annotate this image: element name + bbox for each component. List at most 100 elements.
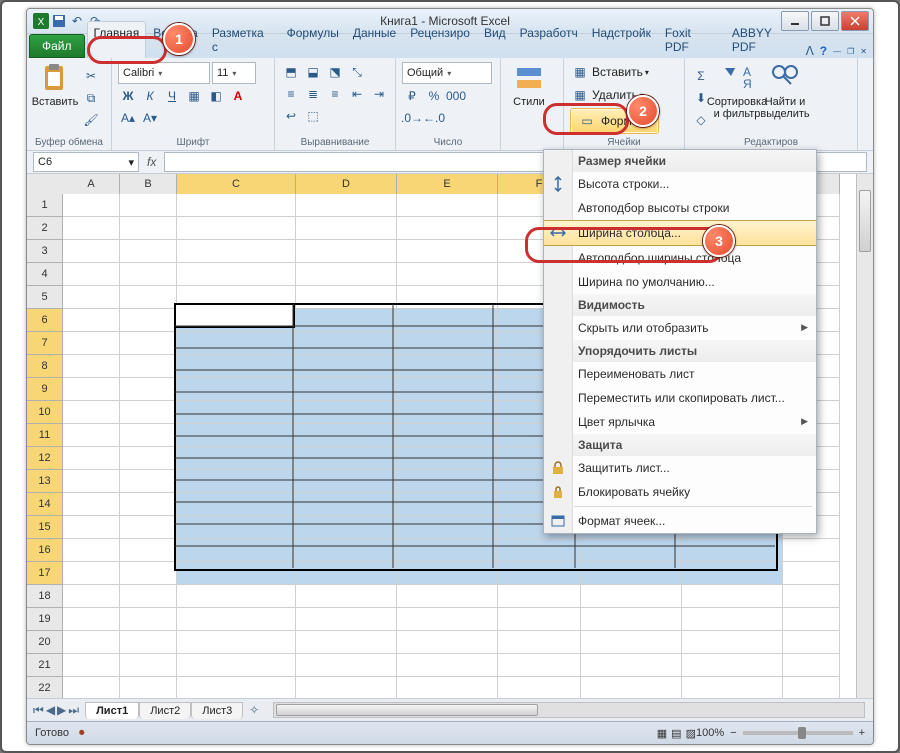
row-head-14[interactable]: 14 <box>27 493 63 516</box>
row-head-9[interactable]: 9 <box>27 378 63 401</box>
cell[interactable] <box>581 608 682 631</box>
cell[interactable] <box>63 585 120 608</box>
cell[interactable] <box>63 286 120 309</box>
cell[interactable] <box>63 654 120 677</box>
cell[interactable] <box>783 677 840 698</box>
menu-item[interactable]: Скрыть или отобразить▶ <box>544 316 816 340</box>
cell[interactable] <box>63 309 120 332</box>
cell[interactable] <box>120 539 177 562</box>
cell[interactable] <box>783 654 840 677</box>
cell[interactable] <box>296 654 397 677</box>
cell[interactable] <box>120 608 177 631</box>
cell[interactable] <box>120 217 177 240</box>
sort-filter-button[interactable]: AЯ Сортировка и фильтр <box>715 62 759 120</box>
maximize-button[interactable] <box>811 11 839 31</box>
cell[interactable] <box>120 378 177 401</box>
align-top-icon[interactable]: ⬒ <box>281 62 301 82</box>
close-button[interactable] <box>841 11 869 31</box>
tab-10[interactable]: ABBYY PDF <box>725 21 806 58</box>
cell[interactable] <box>63 677 120 698</box>
cell[interactable] <box>783 585 840 608</box>
orientation-icon[interactable]: ⤡ <box>347 62 367 82</box>
row-head-19[interactable]: 19 <box>27 608 63 631</box>
tab-3[interactable]: Формулы <box>280 21 346 58</box>
cell[interactable] <box>177 217 296 240</box>
sheet-nav-last-icon[interactable]: ⏭ <box>68 703 79 718</box>
row-head-5[interactable]: 5 <box>27 286 63 309</box>
doc-close-icon[interactable]: ✕ <box>860 47 867 56</box>
save-icon[interactable] <box>51 13 67 29</box>
dec-decimal-icon[interactable]: ←.0 <box>424 108 444 128</box>
zoom-out-icon[interactable]: − <box>730 727 736 739</box>
sheet-nav-first-icon[interactable]: ⏮ <box>33 703 44 718</box>
align-bottom-icon[interactable]: ⬔ <box>325 62 345 82</box>
cell[interactable] <box>63 378 120 401</box>
sum-icon[interactable]: Σ <box>691 66 711 86</box>
menu-item[interactable]: Цвет ярлычка▶ <box>544 410 816 434</box>
align-center-icon[interactable]: ≣ <box>303 84 323 104</box>
row-head-4[interactable]: 4 <box>27 263 63 286</box>
sheet-tab-1[interactable]: Лист2 <box>139 702 191 719</box>
name-box[interactable]: C6▾ <box>33 152 139 172</box>
cell[interactable] <box>397 631 498 654</box>
indent-inc-icon[interactable]: ⇥ <box>369 84 389 104</box>
percent-icon[interactable]: % <box>424 86 444 106</box>
number-format-combo[interactable]: Общий▾ <box>402 62 492 84</box>
shrink-font-icon[interactable]: A▾ <box>140 108 160 128</box>
cell[interactable] <box>177 194 296 217</box>
italic-icon[interactable]: К <box>140 86 160 106</box>
cell[interactable] <box>63 631 120 654</box>
sheet-tab-0[interactable]: Лист1 <box>85 702 139 719</box>
cell[interactable] <box>682 631 783 654</box>
cell[interactable] <box>177 654 296 677</box>
grow-font-icon[interactable]: A▴ <box>118 108 138 128</box>
currency-icon[interactable]: ₽ <box>402 86 422 106</box>
view-pagebreak-icon[interactable]: ▨ <box>686 727 696 740</box>
cell[interactable] <box>296 194 397 217</box>
zoom-control[interactable]: 100% − + <box>696 727 865 739</box>
view-normal-icon[interactable]: ▦ <box>657 727 667 740</box>
cell[interactable] <box>177 240 296 263</box>
fx-icon[interactable]: fx <box>139 155 164 169</box>
copy-icon[interactable]: ⧉ <box>81 88 101 108</box>
cell[interactable] <box>120 286 177 309</box>
paste-button[interactable]: Вставить <box>33 62 77 108</box>
cell[interactable] <box>120 332 177 355</box>
cell[interactable] <box>296 585 397 608</box>
menu-item[interactable]: Высота строки... <box>544 172 816 196</box>
col-head-B[interactable]: B <box>120 174 177 195</box>
cell[interactable] <box>397 654 498 677</box>
cell[interactable] <box>296 240 397 263</box>
cell[interactable] <box>177 263 296 286</box>
cell[interactable] <box>498 654 581 677</box>
cell[interactable] <box>498 585 581 608</box>
bold-icon[interactable]: Ж <box>118 86 138 106</box>
cell[interactable] <box>63 539 120 562</box>
cell[interactable] <box>177 631 296 654</box>
tab-4[interactable]: Данные <box>346 21 403 58</box>
menu-item[interactable]: Защитить лист... <box>544 456 816 480</box>
border-icon[interactable]: ▦ <box>184 86 204 106</box>
zoom-in-icon[interactable]: + <box>859 727 865 739</box>
menu-item[interactable]: Автоподбор высоты строки <box>544 196 816 220</box>
cell[interactable] <box>397 585 498 608</box>
cell[interactable] <box>397 608 498 631</box>
cell[interactable] <box>783 539 840 562</box>
tab-2[interactable]: Разметка с <box>205 21 280 58</box>
row-head-1[interactable]: 1 <box>27 194 63 217</box>
cell[interactable] <box>397 217 498 240</box>
cell[interactable] <box>120 470 177 493</box>
tab-file[interactable]: Файл <box>29 34 85 58</box>
row-head-20[interactable]: 20 <box>27 631 63 654</box>
insert-cells-button[interactable]: ▦ Вставить▾ <box>570 62 649 82</box>
cell[interactable] <box>120 355 177 378</box>
font-size-combo[interactable]: 11▾ <box>212 62 256 84</box>
cell[interactable] <box>120 585 177 608</box>
row-head-11[interactable]: 11 <box>27 424 63 447</box>
row-head-12[interactable]: 12 <box>27 447 63 470</box>
cell[interactable] <box>581 585 682 608</box>
cell[interactable] <box>63 240 120 263</box>
row-head-17[interactable]: 17 <box>27 562 63 585</box>
cell[interactable] <box>63 447 120 470</box>
sheet-tab-2[interactable]: Лист3 <box>191 702 243 719</box>
